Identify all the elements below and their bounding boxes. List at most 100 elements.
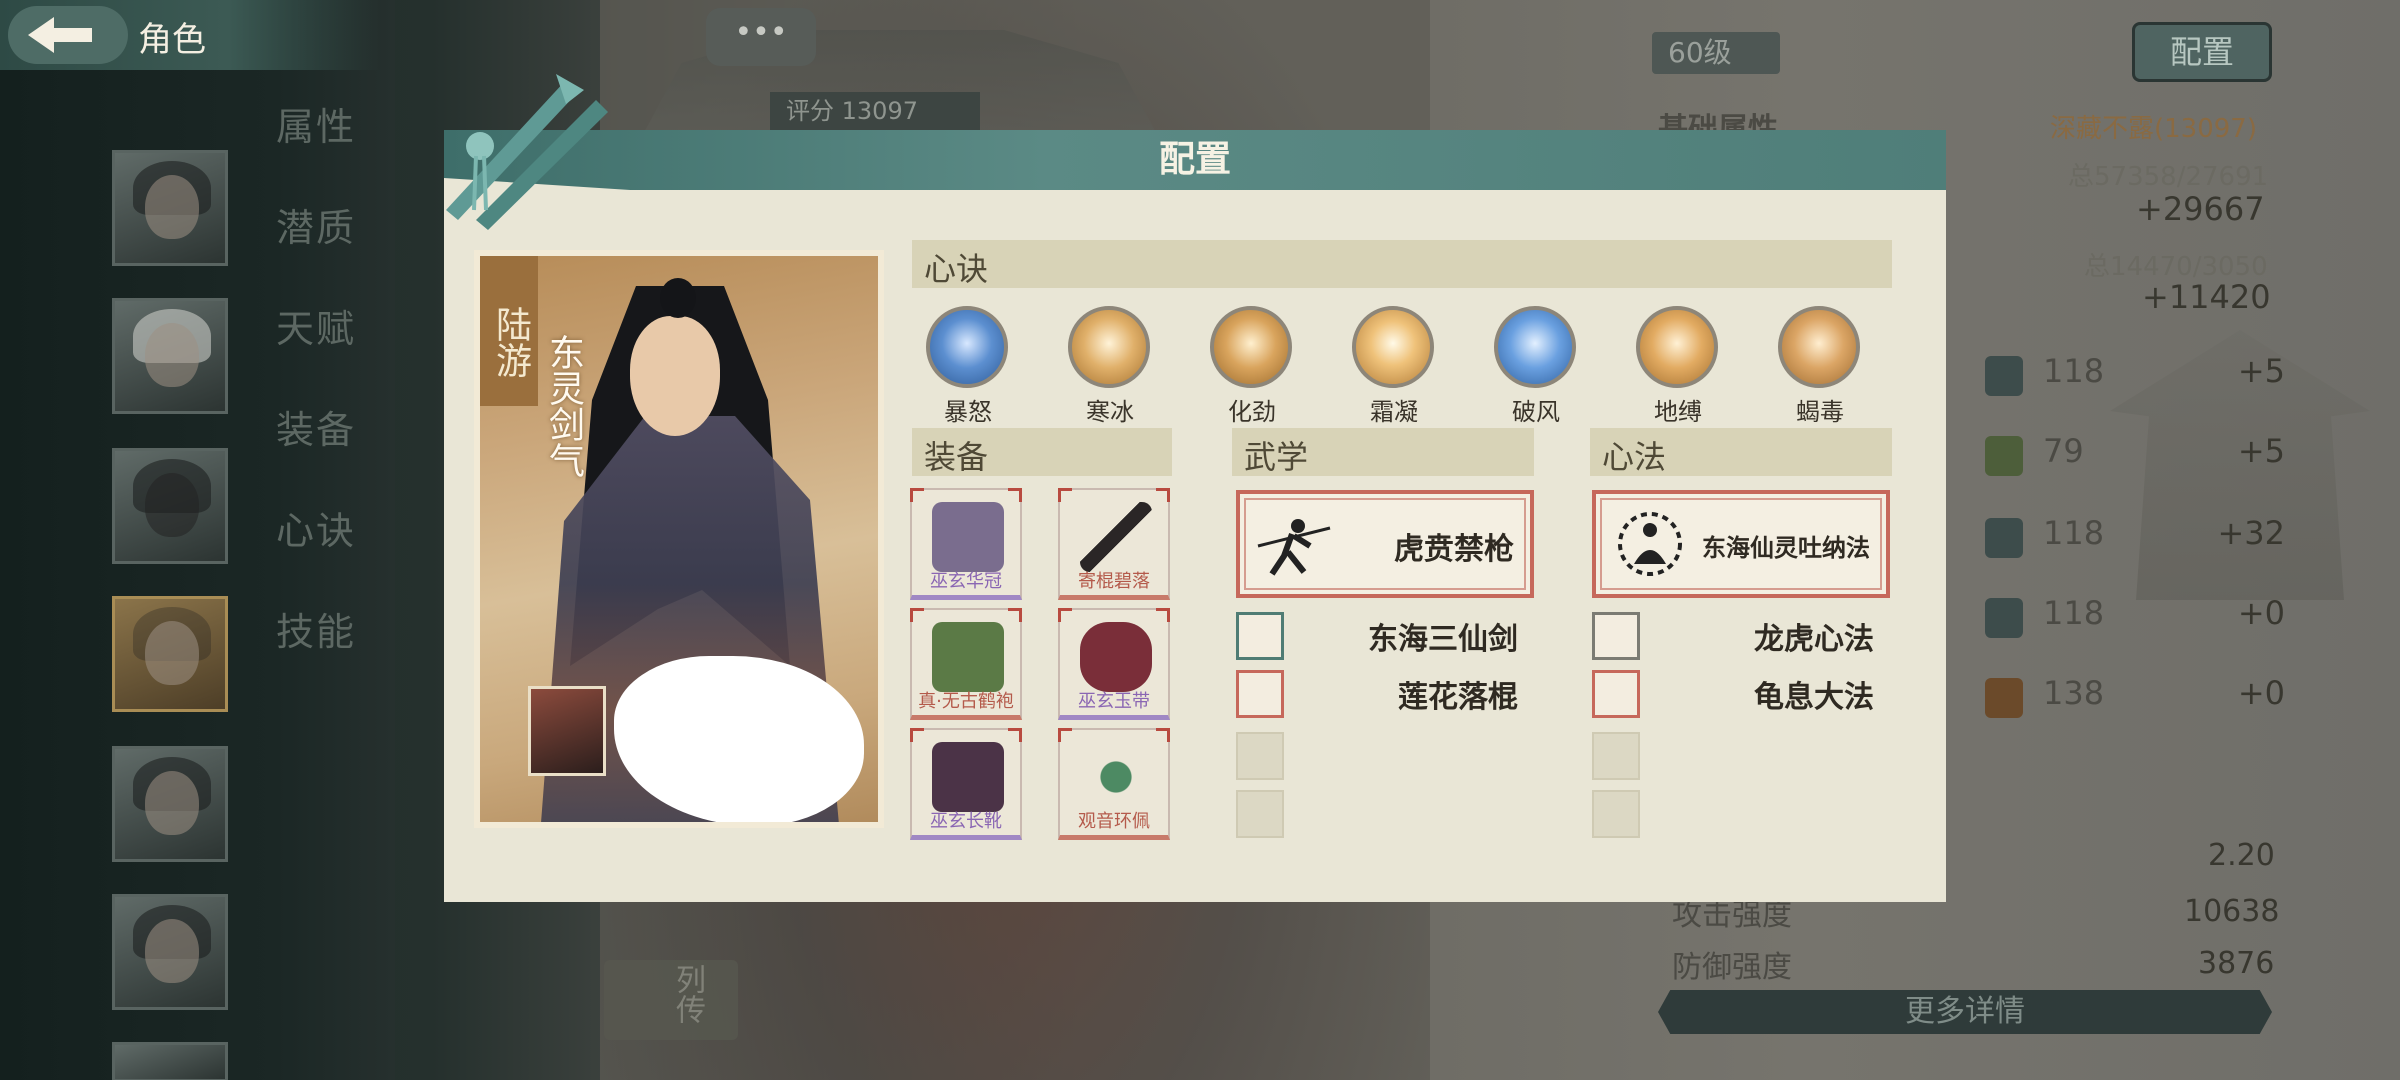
staff-fighter-icon xyxy=(1236,670,1284,718)
stat-bonus: +0 xyxy=(2237,594,2285,632)
avatar[interactable] xyxy=(112,746,228,862)
menu-item-xinjue[interactable]: 心诀 xyxy=(276,500,386,601)
skill-label: 地缚 xyxy=(1654,398,1702,426)
score-tag: 评分 13097 xyxy=(770,92,980,130)
mental-row[interactable]: 龟息大法 xyxy=(1592,670,1874,718)
skill-label: 霜凝 xyxy=(1370,398,1418,426)
stat-icon xyxy=(1985,598,2023,638)
stat-icon xyxy=(1985,436,2023,476)
skill-label: 破风 xyxy=(1512,398,1560,426)
martial-row[interactable]: 莲花落棍 xyxy=(1236,670,1518,718)
level-badge: 60级 xyxy=(1652,32,1780,74)
stat-bonus: +32 xyxy=(2217,514,2285,552)
back-button[interactable] xyxy=(8,6,128,64)
equip-label: 观音环佩 xyxy=(1078,811,1150,832)
top-bar: 角色 xyxy=(0,0,380,70)
mental-main-name: 东海仙灵吐纳法 xyxy=(1702,534,1870,562)
martial-row[interactable]: 东海三仙剑 xyxy=(1236,612,1518,660)
equip-slot-head[interactable]: 巫玄华冠 xyxy=(910,488,1022,600)
equip-label: 巫玄长靴 xyxy=(930,811,1002,832)
empty-martial-slot[interactable] xyxy=(1236,732,1284,780)
config-button[interactable]: 配置 xyxy=(2132,22,2272,82)
skill-label: 蝎毒 xyxy=(1796,398,1844,426)
scorpion-icon xyxy=(1778,306,1860,388)
avatar[interactable] xyxy=(112,298,228,414)
stat-value: 118 xyxy=(2043,514,2105,552)
score-value: 13097 xyxy=(841,97,918,125)
menu-item-attributes[interactable]: 属性 xyxy=(276,96,386,197)
bonus-stat-1: +29667 xyxy=(2136,190,2265,228)
stat-row: 118 +5 xyxy=(1985,352,2285,402)
empty-martial-slot[interactable] xyxy=(1236,790,1284,838)
robe-icon xyxy=(932,622,1004,692)
equip-label: 真·无古鹤袍 xyxy=(918,691,1014,712)
avatar[interactable] xyxy=(112,448,228,564)
character-portrait-card: 陆游 东灵剑气 xyxy=(474,250,884,828)
martial-main-card[interactable]: 虎贲禁枪 xyxy=(1236,490,1534,598)
mental-section-title: 心法 xyxy=(1602,438,1667,476)
equip-label: 寄棍碧落 xyxy=(1078,571,1150,592)
chat-bubble-button[interactable]: ••• xyxy=(706,8,816,66)
equip-slot-boots[interactable]: 巫玄长靴 xyxy=(910,728,1022,840)
turtle-breath-icon xyxy=(1592,670,1640,718)
stat-row: 138 +0 xyxy=(1985,674,2285,724)
more-details-button[interactable]: 更多详情 xyxy=(1658,990,2272,1034)
equip-slot-robe[interactable]: 真·无古鹤袍 xyxy=(910,608,1022,720)
character-list-panel: 属性 潜质 天赋 装备 心诀 技能 xyxy=(0,0,395,1080)
wind-icon xyxy=(1494,306,1576,388)
martial-name: 莲花落棍 xyxy=(1398,680,1518,715)
sword-fighter-icon xyxy=(1236,612,1284,660)
defense-label: 防御强度 xyxy=(1672,950,1792,985)
defense-value: 3876 xyxy=(2198,946,2275,981)
mental-section-header: 心法 xyxy=(1590,428,1892,476)
mental-name: 龟息大法 xyxy=(1754,680,1874,715)
avatar[interactable] xyxy=(112,894,228,1010)
rate-value: 2.20 xyxy=(2208,838,2275,873)
menu-item-equipment[interactable]: 装备 xyxy=(276,399,386,500)
stat-value: 138 xyxy=(2043,674,2105,712)
crossed-swords-icon xyxy=(446,74,608,230)
ice-icon xyxy=(1068,306,1150,388)
stat-icon xyxy=(1985,518,2023,558)
mental-main-card[interactable]: 东海仙灵吐纳法 xyxy=(1592,490,1890,598)
empty-mental-slot[interactable] xyxy=(1592,790,1640,838)
bonus-stat-2: +11420 xyxy=(2142,278,2271,316)
crown-icon xyxy=(932,502,1004,572)
equip-slot-weapon[interactable]: 寄棍碧落 xyxy=(1058,488,1170,600)
character-title: 东灵剑气 xyxy=(543,334,584,478)
avatar[interactable] xyxy=(112,1042,228,1080)
biography-label: 列传 xyxy=(670,964,705,1024)
xinjue-section-title: 心诀 xyxy=(924,250,989,288)
skill-label: 寒冰 xyxy=(1086,398,1134,426)
mental-row[interactable]: 龙虎心法 xyxy=(1592,612,1874,660)
menu-item-talent[interactable]: 天赋 xyxy=(276,298,386,399)
stat-bonus: +0 xyxy=(2237,674,2285,712)
stat-row: 118 +32 xyxy=(1985,514,2285,564)
menu-item-potential[interactable]: 潜质 xyxy=(276,197,386,298)
rage-icon xyxy=(926,306,1008,388)
equip-slot-belt[interactable]: 巫玄玉带 xyxy=(1058,608,1170,720)
equipment-section-header: 装备 xyxy=(912,428,1172,476)
character-name: 陆游 xyxy=(480,256,538,406)
boots-icon xyxy=(932,742,1004,812)
side-menu: 属性 潜质 天赋 装备 心诀 技能 xyxy=(276,96,386,702)
attack-value: 10638 xyxy=(2184,894,2280,929)
avatar[interactable] xyxy=(112,150,228,266)
stat-value: 118 xyxy=(2043,594,2105,632)
stat-bonus: +5 xyxy=(2237,352,2285,390)
martial-section-header: 武学 xyxy=(1232,428,1534,476)
biography-button[interactable]: 列传 xyxy=(604,960,738,1040)
xinjue-section-header: 心诀 xyxy=(912,240,1892,288)
avatar-selected[interactable] xyxy=(112,596,228,712)
skill-label: 化劲 xyxy=(1228,398,1276,426)
menu-item-skills[interactable]: 技能 xyxy=(276,601,386,702)
modal-title: 配置 xyxy=(1158,139,1231,180)
arrow-left-icon xyxy=(28,17,92,53)
empty-mental-slot[interactable] xyxy=(1592,732,1640,780)
page-title: 角色 xyxy=(138,20,206,60)
equip-slot-accessory[interactable]: 观音环佩 xyxy=(1058,728,1170,840)
stat-value: 118 xyxy=(2043,352,2105,390)
martial-name: 东海三仙剑 xyxy=(1368,622,1518,657)
hidden-rank-text: 深藏不露(13097) xyxy=(2050,114,2257,144)
staff-icon xyxy=(1080,502,1152,572)
